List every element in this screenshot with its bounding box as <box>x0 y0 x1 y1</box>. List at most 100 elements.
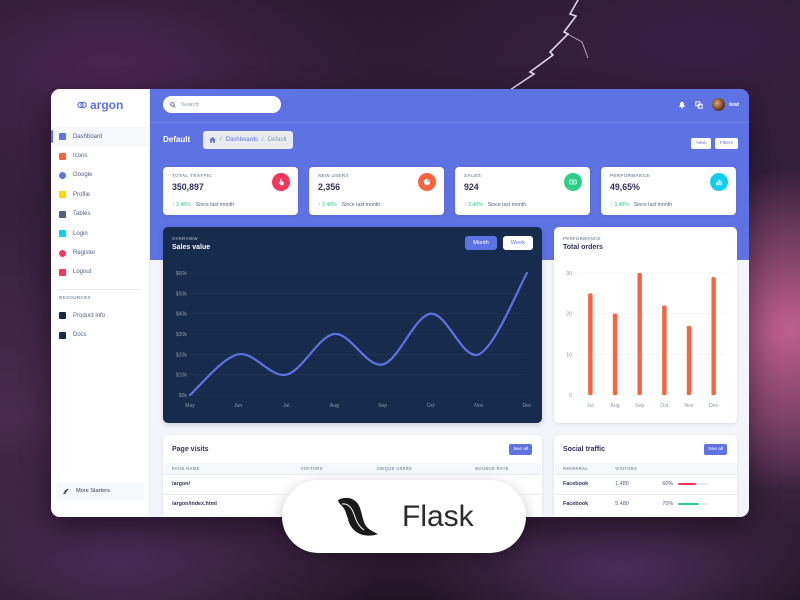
money-icon <box>564 173 582 191</box>
table-row[interactable]: Facebook 1,480 60% <box>554 473 737 494</box>
sidebar-item-dashboard[interactable]: Dashboard <box>51 127 150 147</box>
lightning-bolt <box>509 0 589 91</box>
x-tick-label: Oct <box>660 403 669 409</box>
orders-bar <box>711 277 716 395</box>
table-cell: /argon/index.html <box>163 493 292 514</box>
stat-value: 49,65% <box>610 182 640 192</box>
stat-cards: TOTAL TRAFFIC 350,897 ↑ 3.48% Since last mo… <box>163 167 736 215</box>
sidebar-item-icons[interactable]: Icons <box>51 146 150 165</box>
column-header: PAGE NAME <box>163 463 292 474</box>
sidebar-item-label: Dashboard <box>73 133 103 140</box>
more-starters-button[interactable]: More Starters <box>56 482 144 500</box>
stat-value: 2,356 <box>318 182 341 192</box>
stat-delta: ↑ 3.48% Since last month <box>172 202 234 208</box>
circle-icon <box>59 249 66 257</box>
progress-bar <box>678 482 709 485</box>
sidebar-item-label: Docs <box>73 332 87 339</box>
bar-chart-icon <box>710 173 728 191</box>
period-toggle: Month Week <box>465 236 533 250</box>
x-tick-label: Aug <box>610 403 619 409</box>
referral-percent-cell: 60% <box>653 473 737 494</box>
stat-card: NEW USERS 2,356 ↑ 3.48% Since last month <box>309 167 444 215</box>
header-actions: New Filters <box>691 138 738 149</box>
sidebar-item-label: Icons <box>73 153 88 160</box>
stat-value: 350,897 <box>172 182 204 192</box>
search-input[interactable] <box>181 101 271 108</box>
sidebar: argon Dashboard Icons Google Profile Tables L… <box>51 89 150 517</box>
orders-bar <box>588 293 593 395</box>
orders-bar <box>612 313 618 395</box>
progress-fill <box>678 482 697 485</box>
breadcrumb-dashboards[interactable]: Dashboards <box>226 137 258 143</box>
stat-card: PERFORMANCE 49,65% ↑ 3.48% Since last month <box>601 167 736 215</box>
orders-bar <box>686 325 692 395</box>
y-tick-label: 0 <box>569 393 572 399</box>
x-tick-label: Nov <box>684 403 694 409</box>
orders-card-kicker: PERFORMANCE <box>563 236 601 241</box>
social-traffic-see-all-button[interactable]: See all <box>704 444 727 455</box>
sales-card-kicker: OVERVIEW <box>172 236 198 241</box>
stat-delta: ↑ 3.48% Since last month <box>610 202 672 208</box>
sidebar-item-tables[interactable]: Tables <box>51 205 150 224</box>
flask-badge: Flask <box>282 480 526 553</box>
sidebar-item-logout[interactable]: Logout <box>51 263 150 282</box>
resources-nav: Product info Docs <box>51 306 150 345</box>
column-header: REFERRAL <box>554 463 607 474</box>
argon-logo[interactable]: argon <box>77 98 123 112</box>
spaceship-icon <box>62 488 69 494</box>
sidebar-item-profile[interactable]: Profile <box>51 185 150 204</box>
y-tick-label: 10 <box>566 352 572 358</box>
more-starters-label: More Starters <box>76 488 110 494</box>
social-traffic-card: Social traffic See all REFERRAL VISITORS … <box>554 435 737 517</box>
monitor-icon <box>59 133 66 141</box>
table-row[interactable]: Facebook 5,480 70% <box>554 493 737 514</box>
search-icon <box>170 101 176 108</box>
page-visits-see-all-button[interactable]: See all <box>509 444 532 455</box>
flask-wordmark: Flask <box>402 500 474 533</box>
stat-since: Since last month <box>341 202 381 208</box>
referral-visitors: 5,480 <box>606 493 654 514</box>
y-tick-label: $0k <box>179 393 188 399</box>
apps-icon[interactable] <box>695 100 703 109</box>
stat-delta: ↑ 3.48% Since last month <box>464 202 526 208</box>
stat-delta: ↑ 3.48% Since last month <box>318 202 380 208</box>
sidebar-item-register[interactable]: Register <box>51 243 150 262</box>
progress-bar <box>678 502 709 505</box>
sidebar-item-docs[interactable]: Docs <box>51 325 150 344</box>
orders-bar-chart: 0 10 20 30 Jul Aug Sep Oct Nov Dec <box>566 271 726 409</box>
bell-icon[interactable] <box>678 101 686 109</box>
column-header: VISITORS <box>606 463 654 474</box>
resources-heading: RESOURCES <box>59 295 91 300</box>
stat-label: SALES <box>464 174 481 179</box>
y-tick-label: $60k <box>176 271 188 277</box>
new-button[interactable]: New <box>691 138 711 149</box>
key-icon <box>59 230 66 238</box>
breadcrumb-separator: / <box>220 137 222 143</box>
filters-button[interactable]: Filters <box>714 138 738 149</box>
month-tab[interactable]: Month <box>465 236 497 250</box>
logo-text: argon <box>90 98 124 112</box>
week-tab[interactable]: Week <box>502 236 533 250</box>
pin-icon <box>59 171 66 179</box>
sales-value-card: OVERVIEW Sales value Month Week $0k $10k $… <box>163 227 542 423</box>
sidebar-item-label: Register <box>73 250 96 257</box>
x-tick-label: May <box>185 403 195 409</box>
x-tick-label: Sep <box>635 403 644 409</box>
search-bar[interactable] <box>163 96 281 113</box>
stat-since: Since last month <box>487 202 527 208</box>
y-tick-label: 20 <box>566 312 572 318</box>
x-tick-label: Oct <box>427 403 436 409</box>
user-name[interactable]: test <box>729 102 739 108</box>
x-tick-label: Dec <box>522 403 532 409</box>
avatar[interactable] <box>712 98 726 111</box>
sidebar-item-product-info[interactable]: Product info <box>51 306 150 325</box>
orders-card-title: Total orders <box>563 244 603 251</box>
sidebar-item-login[interactable]: Login <box>51 224 150 243</box>
y-tick-label: $10k <box>176 373 188 379</box>
sidebar-item-google[interactable]: Google <box>51 166 150 185</box>
orders-bar <box>662 305 667 395</box>
header-divider <box>150 122 749 123</box>
sidebar-item-label: Tables <box>73 211 91 218</box>
sales-line-chart: $0k $10k $20k $30k $40k $50k $60k May Jun Jul Aug S… <box>176 271 532 409</box>
home-icon[interactable] <box>209 137 216 143</box>
